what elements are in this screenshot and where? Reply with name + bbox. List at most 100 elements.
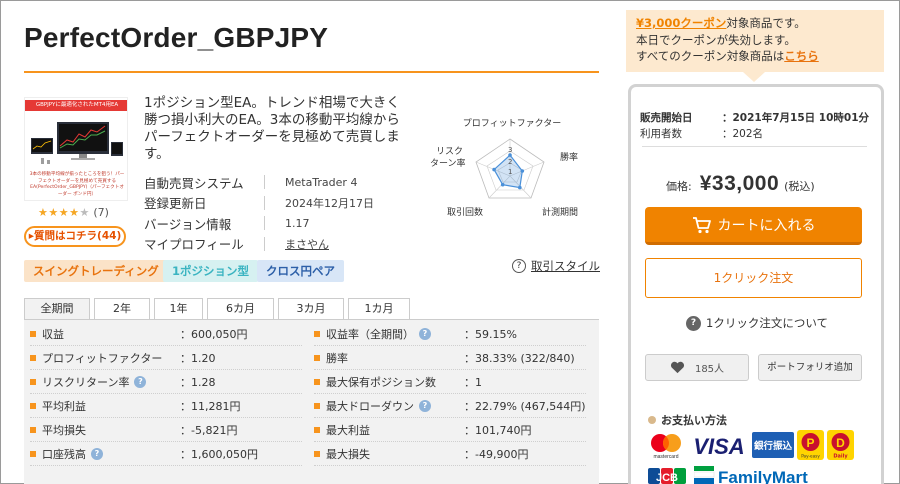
panel-divider — [642, 146, 867, 147]
coupon-amount-link[interactable]: ¥3,000クーポン — [636, 16, 726, 30]
spec-value: 2024年12月17日 — [285, 196, 374, 210]
svg-text:D: D — [836, 436, 845, 450]
stat-label: 平均損失 — [42, 423, 86, 437]
spec-label: 自動売買システム — [144, 175, 244, 191]
bullet-icon — [314, 354, 320, 361]
stat-label: プロフィットファクター — [42, 351, 163, 365]
coupon-link[interactable]: こちら — [784, 49, 819, 63]
payment-heading: お支払い方法 — [648, 412, 727, 428]
radar-chart: 3 2 1 プロフィットファクター 勝率 計測期間 取引回数 リスク ターン率 — [430, 118, 578, 218]
stat-value: ：1 — [464, 375, 482, 389]
thumbnail-banner: GBPJPYに最適化されたMT4用EA — [25, 100, 127, 111]
question-button[interactable]: ▸質問はコチラ(44) — [24, 226, 126, 247]
spec-value: 1.17 — [285, 216, 310, 230]
radar-point-4 — [492, 167, 496, 172]
stat-max-profit: 最大利益 ：101,740円 — [314, 418, 586, 442]
spec-row-profile: マイプロフィール まさやん — [144, 234, 406, 255]
user-count-label: 利用者数 — [640, 128, 682, 140]
stat-label: 平均利益 — [42, 399, 86, 413]
stat-value: ：59.15% — [464, 327, 517, 341]
info-icon[interactable]: ? — [134, 375, 147, 388]
add-to-cart-label: カートに入れる — [717, 217, 816, 234]
spec-row-system: 自動売買システム MetaTrader 4 — [144, 172, 406, 193]
stat-avg-profit: 平均利益 ：11,281円 — [30, 394, 302, 418]
radar-tick-1: 1 — [508, 168, 512, 176]
stat-value: ：600,050円 — [180, 327, 248, 341]
price: 価格: ¥33,000 (税込) — [666, 172, 815, 196]
spec-table: 自動売買システム MetaTrader 4 登録更新日 2024年12月17日 … — [144, 172, 406, 254]
tab-1y[interactable]: 1年 — [154, 298, 203, 319]
bullet-icon — [30, 426, 36, 433]
add-portfolio-button[interactable]: ポートフォリオ追加 — [758, 354, 862, 381]
info-icon[interactable]: ? — [419, 327, 431, 340]
stats-panel: 収益 ：600,050円 プロフィットファクター ：1.20 リスクリターン率?… — [24, 319, 599, 484]
one-click-help-link[interactable]: ? 1クリック注文について — [686, 315, 828, 331]
bullet-icon — [30, 354, 36, 361]
bullet-icon — [30, 450, 36, 457]
stat-label: 最大利益 — [326, 423, 370, 437]
stat-return-rate: 収益率（全期間）? ：59.15% — [314, 322, 586, 346]
stat-label: リスクリターン率? — [42, 374, 147, 390]
spec-divider — [264, 236, 265, 251]
stat-profit: 収益 ：600,050円 — [30, 322, 302, 346]
tab-1m[interactable]: 1カ月 — [348, 298, 410, 319]
tab-all[interactable]: 全期間 — [24, 298, 90, 319]
help-icon: ? — [686, 315, 701, 331]
tab-2y[interactable]: 2年 — [94, 298, 150, 319]
sale-start-value: ：2021年7月15日 10時01分 — [722, 112, 870, 124]
title-underline — [24, 71, 599, 73]
one-click-order-button[interactable]: 1クリック注文 — [645, 258, 862, 298]
spec-value: MetaTrader 4 — [285, 175, 358, 189]
stat-value: ：38.33% (322/840) — [464, 351, 575, 365]
tag-one-position[interactable]: 1ポジション型 — [163, 260, 259, 282]
price-value: ¥33,000 — [699, 172, 780, 195]
product-description: 1ポジション型EA。トレンド相場で大きく勝つ損小利大のEA。3本の移動平均線から… — [144, 95, 400, 162]
bullet-icon — [314, 330, 320, 337]
bullet-icon — [30, 402, 36, 409]
visa-logo: VISA — [693, 434, 744, 458]
profile-link[interactable]: まさやん — [285, 236, 329, 252]
stat-value: ：-5,821円 — [180, 423, 238, 437]
svg-text:JCB: JCB — [656, 472, 678, 484]
stat-value: ：11,281円 — [180, 399, 241, 413]
product-thumbnail[interactable]: GBPJPYに最適化されたMT4用EA 3本の移動平均線が揃ったところを狙う！パ… — [24, 97, 128, 201]
svg-text:mastercard: mastercard — [653, 454, 678, 460]
favorite-button[interactable]: 185人 — [645, 354, 749, 381]
bullet-icon — [314, 450, 320, 457]
coupon-pointer — [743, 72, 765, 82]
radar-tick-3: 3 — [508, 146, 512, 154]
bullet-icon — [314, 426, 320, 433]
stat-value: ：1.28 — [180, 375, 216, 389]
familymart-logo: FamilyMart — [694, 466, 808, 484]
stat-value: ：-49,900円 — [464, 447, 529, 461]
stat-avg-loss: 平均損失 ：-5,821円 — [30, 418, 302, 442]
spec-label: マイプロフィール — [144, 237, 244, 253]
stat-value: ：1,600,050円 — [180, 447, 258, 461]
radar-label-trades: 取引回数 — [447, 206, 483, 218]
mastercard-logo: mastercard — [651, 434, 681, 460]
stat-label: 収益 — [42, 327, 64, 341]
tag-swing-trading[interactable]: スイングトレーディング — [24, 260, 168, 282]
stat-win-rate: 勝率 ：38.33% (322/840) — [314, 346, 586, 370]
trading-style-link[interactable]: ? 取引スタイル — [512, 258, 600, 274]
stat-label: 勝率 — [326, 351, 348, 365]
user-count: 利用者数 ：202名 — [640, 126, 763, 141]
stat-balance: 口座残高? ：1,600,050円 — [30, 442, 302, 466]
stat-value: ：101,740円 — [464, 423, 532, 437]
tag-cross-yen[interactable]: クロス円ペア — [257, 260, 344, 282]
coupon-notice: ¥3,000クーポン対象商品です。 本日でクーポンが失効します。 すべてのクーポ… — [626, 10, 884, 72]
info-icon[interactable]: ? — [91, 447, 103, 460]
spec-divider — [264, 216, 265, 231]
rating-stars-icon: ★★★★★ — [38, 206, 90, 219]
add-to-cart-button[interactable]: カートに入れる — [645, 207, 862, 245]
daily-yamazaki-logo: D Daily — [827, 430, 854, 460]
heart-icon — [670, 361, 684, 374]
bullet-icon — [648, 416, 656, 424]
info-icon[interactable]: ? — [419, 399, 431, 412]
tab-6m[interactable]: 6カ月 — [207, 298, 274, 319]
svg-text:VISA: VISA — [693, 434, 744, 458]
spec-label: バージョン情報 — [144, 216, 232, 232]
tab-3m[interactable]: 3カ月 — [278, 298, 344, 319]
stat-value: ：22.79% (467,544円) — [464, 399, 586, 413]
radar-label-return: ターン率 — [430, 157, 466, 169]
